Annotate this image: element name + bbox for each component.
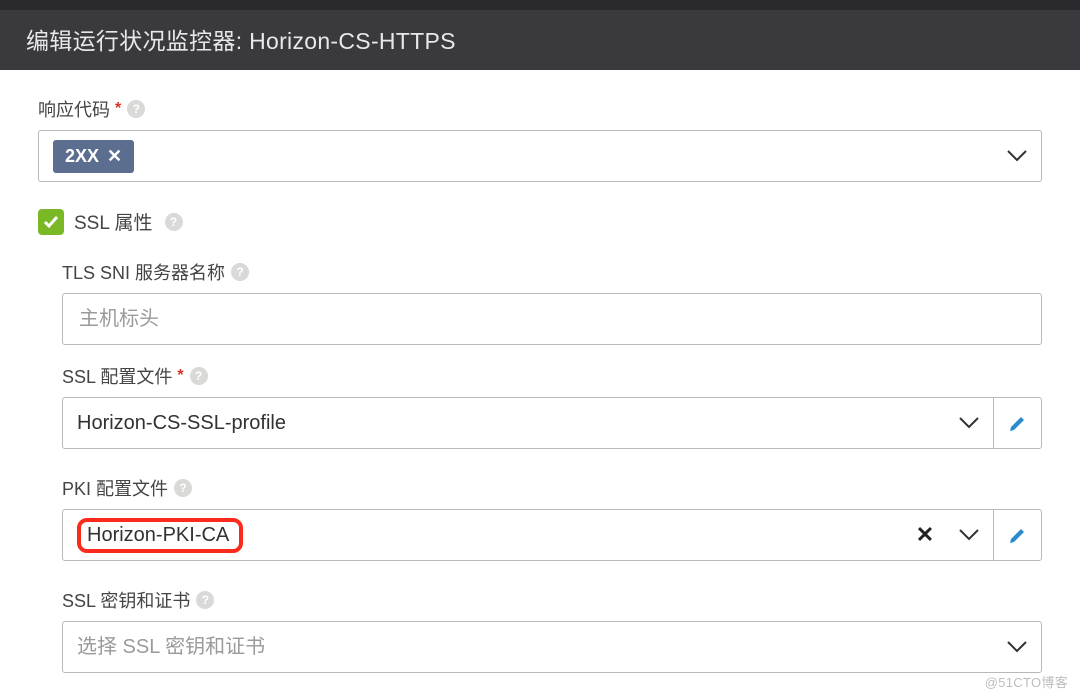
label-pki-profile: PKI 配置文件 ? [62,475,1042,501]
label-ssl-profile: SSL 配置文件 * ? [62,363,1042,389]
ssl-profile-select[interactable]: Horizon-CS-SSL-profile [62,397,1042,449]
ssl-attributes-panel: TLS SNI 服务器名称 ? SSL 配置文件 * ? Horizon-CS-… [62,259,1042,673]
chevron-down-icon[interactable] [993,131,1041,181]
help-icon[interactable]: ? [196,591,214,609]
chevron-down-icon[interactable] [993,622,1041,672]
dialog-header: 编辑运行状况监控器: Horizon-CS-HTTPS [0,10,1080,70]
label-ssl-key-cert: SSL 密钥和证书 ? [62,587,1042,613]
chevron-down-icon[interactable] [945,510,993,560]
ssl-key-cert-input[interactable] [77,636,979,659]
pki-profile-value: Horizon-PKI-CA [87,524,229,546]
field-response-codes: 响应代码 * ? 2XX ✕ [38,96,1042,182]
help-icon[interactable]: ? [190,367,208,385]
dialog-title: 编辑运行状况监控器: Horizon-CS-HTTPS [26,28,456,54]
dialog-body: 响应代码 * ? 2XX ✕ SSL 属性 ? TLS SN [0,70,1080,673]
response-code-chip[interactable]: 2XX ✕ [53,140,134,173]
highlight-box: Horizon-PKI-CA [77,518,243,553]
field-tls-sni: TLS SNI 服务器名称 ? [62,259,1042,345]
pki-profile-select[interactable]: Horizon-PKI-CA ✕ [62,509,1042,561]
ssl-key-cert-select[interactable] [62,621,1042,673]
ssl-profile-value: Horizon-CS-SSL-profile [77,412,286,435]
edit-button[interactable] [993,398,1041,448]
help-icon[interactable]: ? [231,263,249,281]
ssl-attributes-label: SSL 属性 [74,208,153,235]
field-ssl-profile: SSL 配置文件 * ? Horizon-CS-SSL-profile [62,363,1042,449]
remove-icon[interactable]: ✕ [107,146,122,167]
required-mark: * [176,368,183,384]
window-top-strip [0,0,1080,10]
chip-text: 2XX [65,146,99,167]
help-icon[interactable]: ? [127,100,145,118]
required-mark: * [114,101,121,117]
watermark-text: @51CTO博客 [985,672,1068,691]
checkbox-checked-icon[interactable] [38,209,64,235]
tls-sni-input[interactable] [62,293,1042,345]
response-codes-select[interactable]: 2XX ✕ [38,130,1042,182]
edit-button[interactable] [993,510,1041,560]
ssl-attributes-toggle[interactable]: SSL 属性 ? [38,208,1042,235]
label-response-codes: 响应代码 * ? [38,96,1042,122]
help-icon[interactable]: ? [174,479,192,497]
label-tls-sni: TLS SNI 服务器名称 ? [62,259,1042,285]
clear-icon[interactable]: ✕ [905,510,945,560]
help-icon[interactable]: ? [165,213,183,231]
field-pki-profile: PKI 配置文件 ? Horizon-PKI-CA ✕ [62,475,1042,561]
field-ssl-key-cert: SSL 密钥和证书 ? [62,587,1042,673]
chevron-down-icon[interactable] [945,398,993,448]
